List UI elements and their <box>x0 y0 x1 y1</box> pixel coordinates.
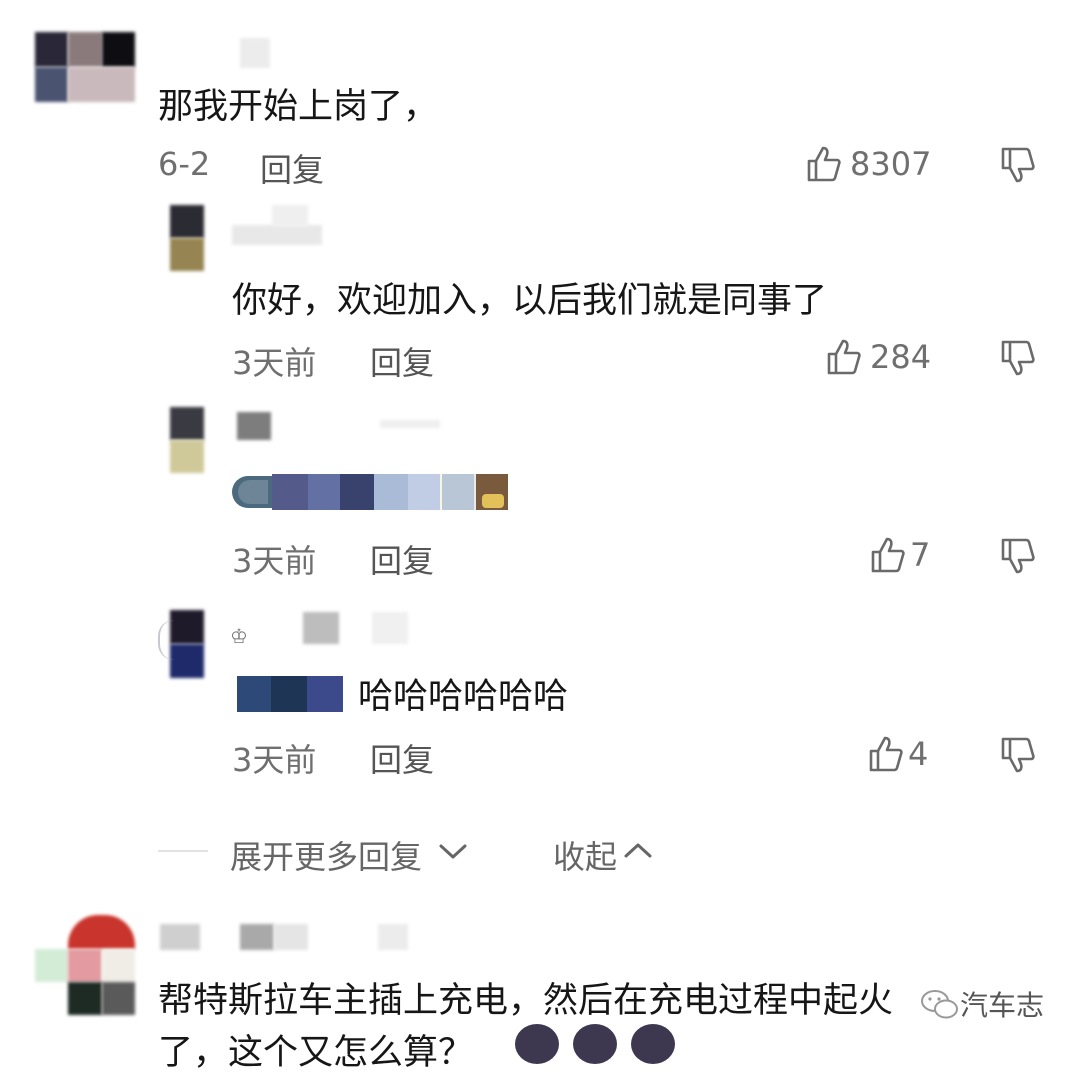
like-count: 7 <box>910 536 931 574</box>
comment-text: 哈哈哈哈哈哈 <box>358 677 569 717</box>
username-redacted <box>160 920 410 952</box>
username-redacted <box>272 205 308 227</box>
chevron-up-icon <box>624 843 652 858</box>
watermark: 汽车志 <box>920 980 1060 1030</box>
divider <box>158 850 208 852</box>
dislike-icon[interactable] <box>1000 537 1036 575</box>
like-icon <box>807 146 841 182</box>
like-count: 4 <box>908 735 929 773</box>
expand-replies-button[interactable]: 展开更多回复 <box>230 830 475 876</box>
avatar[interactable] <box>170 205 204 271</box>
reply-button[interactable]: 回复 <box>370 536 434 582</box>
chevron-down-icon <box>439 844 467 859</box>
like-count: 284 <box>870 338 932 376</box>
expand-replies-label: 展开更多回复 <box>230 838 423 876</box>
like-button[interactable]: 8307 <box>806 145 936 185</box>
reply-button[interactable]: 回复 <box>260 145 324 191</box>
comment-text: 你好，欢迎加入，以后我们就是同事了 <box>232 281 828 321</box>
watermark-text: 汽车志 <box>960 989 1045 1022</box>
username-redacted <box>380 420 440 428</box>
devil-emoji-icon <box>515 1020 675 1064</box>
redacted-content-strip <box>237 676 343 712</box>
username-redacted <box>232 225 322 245</box>
comment-text-continued: 了，这个又怎么算？ <box>158 1033 474 1073</box>
avatar[interactable] <box>35 32 135 102</box>
like-button[interactable]: 4 <box>868 735 938 775</box>
avatar[interactable] <box>35 915 135 1015</box>
comment-date: 3天前 <box>232 741 317 779</box>
username-redacted <box>303 612 339 644</box>
reply-button[interactable]: 回复 <box>370 735 434 781</box>
dislike-icon[interactable] <box>1000 736 1036 774</box>
comment-text: 帮特斯拉车主插上充电，然后在充电过程中起火 <box>158 981 894 1021</box>
collapse-replies-label: 收起 <box>553 838 618 876</box>
like-icon <box>871 537 905 573</box>
crown-icon: ♔ <box>230 624 248 648</box>
collapse-replies-button[interactable]: 收起 <box>553 830 663 876</box>
like-count: 8307 <box>850 145 932 183</box>
reply-button[interactable]: 回复 <box>370 338 434 384</box>
comment-date: 3天前 <box>232 542 317 580</box>
username-redacted <box>240 38 270 68</box>
like-icon <box>827 339 861 375</box>
wechat-icon <box>921 990 958 1019</box>
like-icon <box>869 736 903 772</box>
dislike-icon[interactable] <box>1000 146 1036 184</box>
username-redacted <box>237 412 271 440</box>
comment-date: 3天前 <box>232 344 317 382</box>
username-redacted <box>372 612 408 644</box>
like-button[interactable]: 7 <box>870 536 940 576</box>
dislike-icon[interactable] <box>1000 339 1036 377</box>
comment-text: 那我开始上岗了， <box>158 87 439 127</box>
redacted-content-strip <box>232 474 512 510</box>
comment-date: 6-2 <box>158 145 211 183</box>
like-button[interactable]: 284 <box>826 338 936 378</box>
avatar[interactable] <box>158 610 206 678</box>
avatar[interactable] <box>170 407 204 473</box>
